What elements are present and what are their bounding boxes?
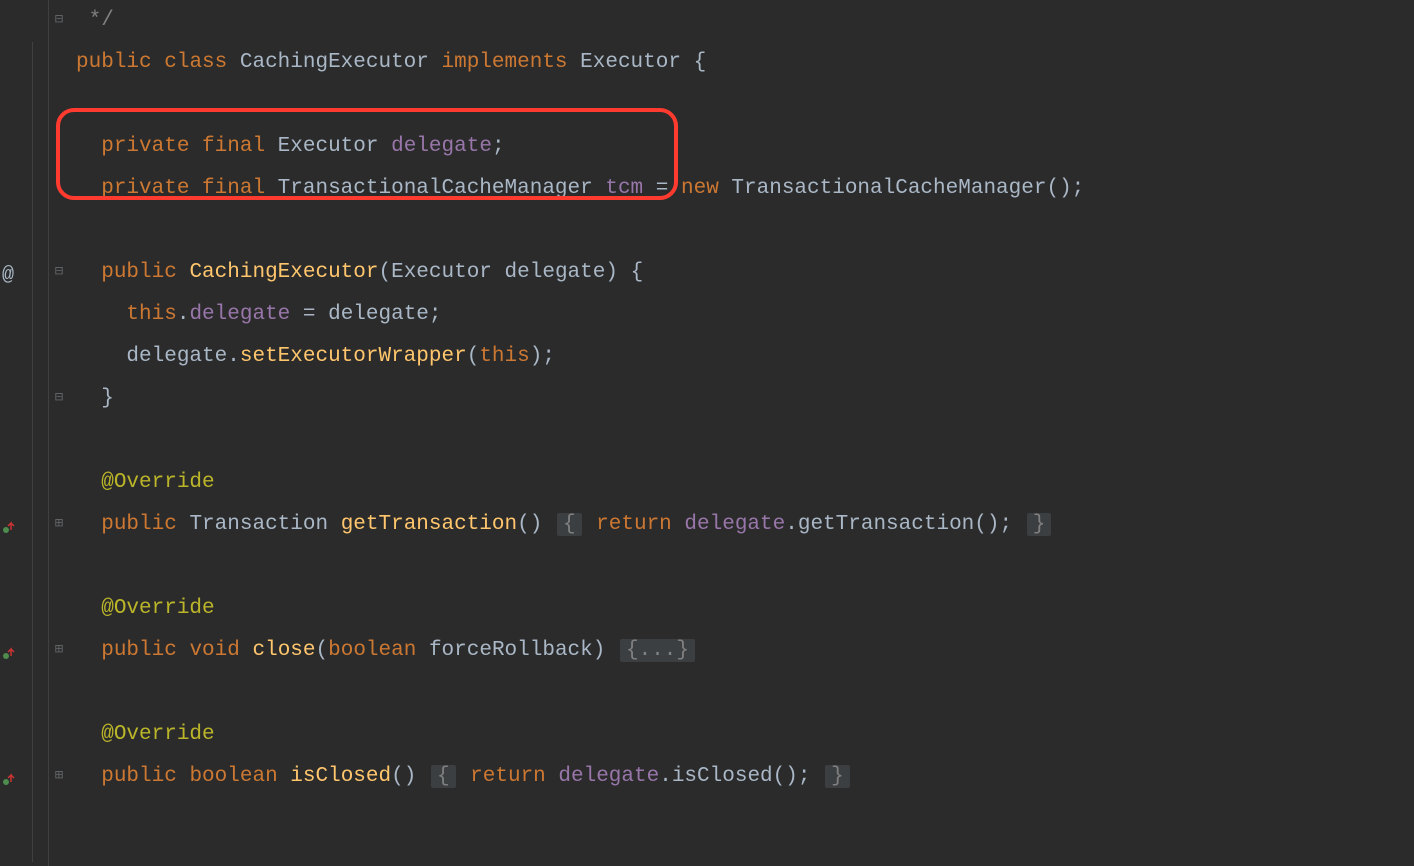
gutter-row: ⊟ — [0, 378, 76, 420]
gutter-row: ⊞ — [0, 504, 76, 546]
gutter-row — [0, 294, 76, 336]
at-symbol-icon: @ — [2, 264, 14, 287]
code-line[interactable]: */ — [76, 0, 1414, 42]
code-line[interactable]: @Override — [76, 462, 1414, 504]
fold-collapse-icon[interactable]: ⊟ — [52, 264, 66, 278]
gutter-row — [0, 84, 76, 126]
code-line[interactable]: private final Executor delegate; — [76, 126, 1414, 168]
code-line[interactable]: public void close(boolean forceRollback)… — [76, 630, 1414, 672]
gutter-row — [0, 798, 76, 840]
gutter-row — [0, 714, 76, 756]
gutter-row: @ ⊟ — [0, 252, 76, 294]
code-line[interactable]: } — [76, 378, 1414, 420]
code-line[interactable]: public class CachingExecutor implements … — [76, 42, 1414, 84]
code-line-blank[interactable] — [76, 672, 1414, 714]
code-line[interactable]: public boolean isClosed() { return deleg… — [76, 756, 1414, 798]
code-editor: ⊟ @ ⊟ ⊟ ⊞ ⊞ — [0, 0, 1414, 866]
gutter-row — [0, 462, 76, 504]
gutter-row — [0, 672, 76, 714]
code-line-blank[interactable] — [76, 84, 1414, 126]
fold-expand-icon[interactable]: ⊞ — [52, 768, 66, 782]
override-up-icon[interactable] — [2, 770, 16, 784]
editor-gutter: ⊟ @ ⊟ ⊟ ⊞ ⊞ — [0, 0, 76, 866]
code-line[interactable]: @Override — [76, 588, 1414, 630]
fold-expand-icon[interactable]: ⊞ — [52, 642, 66, 656]
code-content[interactable]: */ public class CachingExecutor implemen… — [76, 0, 1414, 866]
code-line[interactable]: this.delegate = delegate; — [76, 294, 1414, 336]
folded-region[interactable]: {...} — [620, 639, 695, 662]
comment-text: */ — [89, 9, 114, 32]
code-line[interactable]: delegate.setExecutorWrapper(this); — [76, 336, 1414, 378]
code-line-blank[interactable] — [76, 798, 1414, 840]
override-up-icon[interactable] — [2, 644, 16, 658]
folded-region[interactable]: } — [825, 765, 850, 788]
folded-region[interactable]: { — [557, 513, 582, 536]
fold-collapse-icon[interactable]: ⊟ — [52, 390, 66, 404]
code-line[interactable]: private final TransactionalCacheManager … — [76, 168, 1414, 210]
code-line-blank[interactable] — [76, 210, 1414, 252]
code-line[interactable]: @Override — [76, 714, 1414, 756]
gutter-row — [0, 126, 76, 168]
fold-collapse-icon[interactable]: ⊟ — [52, 12, 66, 26]
override-up-icon[interactable] — [2, 518, 16, 532]
gutter-row — [0, 420, 76, 462]
gutter-row — [0, 336, 76, 378]
gutter-row: ⊟ — [0, 0, 76, 42]
gutter-row: ⊞ — [0, 756, 76, 798]
code-line-blank[interactable] — [76, 420, 1414, 462]
gutter-row — [0, 546, 76, 588]
code-line[interactable]: public CachingExecutor(Executor delegate… — [76, 252, 1414, 294]
gutter-row — [0, 42, 76, 84]
gutter-row — [0, 210, 76, 252]
gutter-row — [0, 168, 76, 210]
code-line-blank[interactable] — [76, 546, 1414, 588]
fold-expand-icon[interactable]: ⊞ — [52, 516, 66, 530]
code-line[interactable]: public Transaction getTransaction() { re… — [76, 504, 1414, 546]
gutter-row — [0, 588, 76, 630]
folded-region[interactable]: } — [1027, 513, 1052, 536]
gutter-row: ⊞ — [0, 630, 76, 672]
folded-region[interactable]: { — [431, 765, 456, 788]
